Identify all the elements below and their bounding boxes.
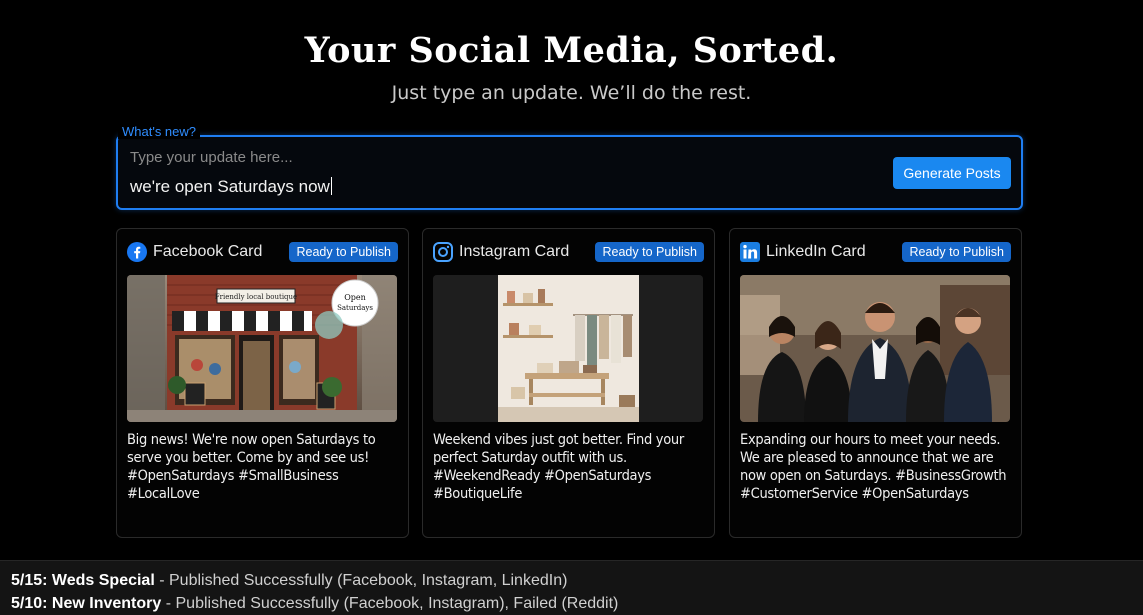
update-input-placeholder: Type your update here... (130, 149, 293, 166)
post-text: Expanding our hours to meet your needs. … (740, 432, 1007, 502)
publish-history: 5/15: Weds Special - Published Successfu… (0, 560, 1143, 615)
generate-posts-button[interactable]: Generate Posts (893, 157, 1011, 189)
linkedin-card[interactable]: LinkedIn Card Ready to Publish Expanding… (729, 228, 1022, 538)
svg-text:Open: Open (344, 293, 366, 302)
post-text: Big news! We're now open Saturdays to se… (127, 432, 376, 502)
card-title: Instagram Card (459, 243, 570, 260)
status-badge: Ready to Publish (902, 242, 1011, 262)
team-photo-image (740, 275, 1010, 422)
update-input[interactable]: Type your update here... we're open Satu… (116, 135, 1023, 210)
composer-label: What's new? (118, 124, 201, 139)
card-title: Facebook Card (153, 243, 263, 260)
page-title: Your Social Media, Sorted. (304, 30, 839, 71)
text-caret (330, 177, 332, 195)
history-item[interactable]: 5/10: New Inventory - Published Successf… (11, 595, 618, 613)
status-badge: Ready to Publish (289, 242, 398, 262)
card-title: LinkedIn Card (766, 243, 866, 260)
facebook-card[interactable]: Facebook Card Ready to Publish Friendly … (116, 228, 409, 538)
update-input-value[interactable]: we're open Saturdays now (130, 177, 332, 197)
history-item[interactable]: 5/15: Weds Special - Published Successfu… (11, 572, 567, 590)
post-text: Weekend vibes just got better. Find your… (433, 432, 684, 502)
storefront-sign: Friendly local boutique (215, 293, 297, 301)
boutique-interior-image (433, 275, 703, 422)
status-badge: Ready to Publish (595, 242, 704, 262)
page-subtitle: Just type an update. We’ll do the rest. (391, 82, 752, 104)
instagram-card[interactable]: Instagram Card Ready to Publish Weekend … (422, 228, 715, 538)
linkedin-icon (740, 242, 760, 262)
boutique-storefront-image: Friendly local boutique Open Saturdays (127, 275, 397, 422)
facebook-icon (127, 242, 147, 262)
svg-text:Saturdays: Saturdays (337, 304, 373, 312)
instagram-icon (433, 242, 453, 262)
